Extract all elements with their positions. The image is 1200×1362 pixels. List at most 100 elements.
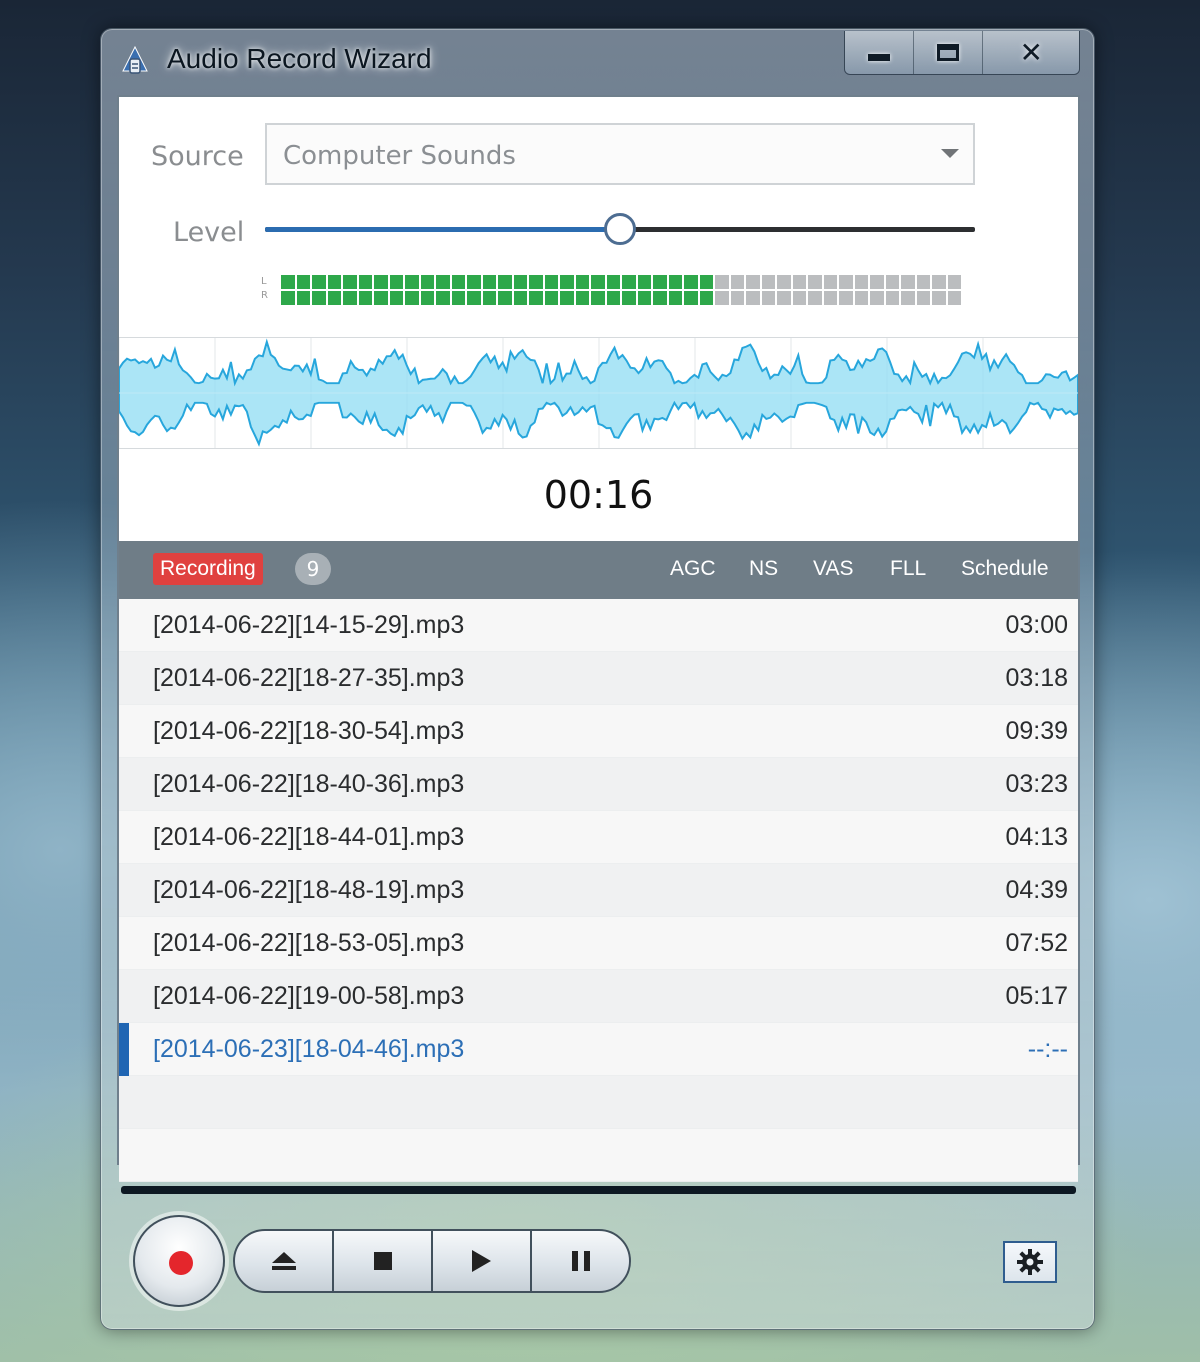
recording-row[interactable]: [2014-06-22][18-44-01].mp3 04:13 (119, 811, 1078, 864)
recording-row[interactable]: [2014-06-22][18-53-05].mp3 07:52 (119, 917, 1078, 970)
meter-segment (916, 291, 930, 305)
meter-segment (358, 291, 372, 305)
settings-button[interactable] (1003, 1241, 1057, 1283)
meter-segment (591, 275, 605, 289)
pause-button[interactable] (530, 1231, 629, 1291)
level-slider-thumb[interactable] (604, 213, 636, 245)
meter-segment (653, 291, 667, 305)
meter-segment (575, 291, 589, 305)
meter-segment (668, 275, 682, 289)
meter-segment (808, 291, 822, 305)
recording-duration: 07:52 (1005, 929, 1068, 957)
meter-segment (389, 275, 403, 289)
source-label: Source (151, 141, 244, 172)
recording-duration: 04:39 (1005, 876, 1068, 904)
minimize-button[interactable] (845, 31, 914, 74)
meter-segment (715, 275, 729, 289)
meter-row (281, 291, 975, 305)
recording-filename: [2014-06-23][18-04-46].mp3 (153, 1035, 465, 1063)
meter-segment (854, 291, 868, 305)
close-button[interactable]: ✕ (982, 31, 1079, 74)
gear-icon (1017, 1249, 1043, 1275)
meter-segment (281, 275, 295, 289)
recording-filename: [2014-06-22][18-53-05].mp3 (153, 929, 465, 957)
meter-segment (560, 291, 574, 305)
meter-segment (281, 291, 295, 305)
meter-segment (885, 275, 899, 289)
recording-filename: [2014-06-22][19-00-58].mp3 (153, 982, 465, 1010)
record-button[interactable] (133, 1215, 225, 1307)
recording-count-badge: 9 (295, 553, 331, 585)
stop-button[interactable] (332, 1231, 431, 1291)
meter-segment (668, 291, 682, 305)
fll-toggle[interactable]: FLL (890, 557, 926, 581)
play-button[interactable] (431, 1231, 530, 1291)
recording-filename: [2014-06-22][18-44-01].mp3 (153, 823, 465, 851)
meter-segment (792, 275, 806, 289)
window-title: Audio Record Wizard (167, 43, 432, 74)
meter-segment (327, 291, 341, 305)
recording-row[interactable]: [2014-06-22][19-00-58].mp3 05:17 (119, 970, 1078, 1023)
agc-toggle[interactable]: AGC (670, 557, 716, 581)
meter-segment (591, 291, 605, 305)
meter-segment (777, 275, 791, 289)
meter-segment (699, 275, 713, 289)
maximize-button[interactable] (913, 31, 983, 74)
meter-segment (653, 275, 667, 289)
recording-row[interactable]: [2014-06-22][18-48-19].mp3 04:39 (119, 864, 1078, 917)
recording-row[interactable]: [2014-06-22][14-15-29].mp3 03:00 (119, 599, 1078, 652)
ns-toggle[interactable]: NS (749, 557, 778, 581)
meter-segment (513, 275, 527, 289)
meter-segment (296, 291, 310, 305)
meter-segment (529, 275, 543, 289)
meter-segment (854, 275, 868, 289)
maximize-icon (937, 44, 960, 61)
recording-filename: [2014-06-22][18-40-36].mp3 (153, 770, 465, 798)
meter-right-label: R (261, 290, 268, 301)
meter-segment (498, 291, 512, 305)
playback-progress-bar[interactable] (121, 1186, 1076, 1194)
meter-segment (684, 275, 698, 289)
meter-segment (870, 275, 884, 289)
meter-segment (637, 275, 651, 289)
meter-segment (374, 275, 388, 289)
meter-segment (730, 291, 744, 305)
eject-button[interactable] (235, 1231, 332, 1291)
meter-segment (513, 291, 527, 305)
stop-icon (373, 1252, 392, 1270)
recording-row[interactable]: [2014-06-22][18-40-36].mp3 03:23 (119, 758, 1078, 811)
client-area: Source Computer Sounds Level L R 00:16 R… (117, 95, 1080, 1182)
meter-segment (544, 291, 558, 305)
meter-segment (606, 291, 620, 305)
pause-icon (571, 1251, 590, 1271)
meter-segment (529, 291, 543, 305)
level-meter (281, 275, 975, 305)
meter-segment (730, 275, 744, 289)
meter-segment (451, 291, 465, 305)
source-dropdown[interactable]: Computer Sounds (265, 123, 975, 185)
meter-segment (327, 275, 341, 289)
meter-segment (839, 275, 853, 289)
schedule-toggle[interactable]: Schedule (961, 557, 1049, 581)
title-bar[interactable]: Audio Record Wizard ✕ (101, 29, 1094, 93)
recording-status-badge: Recording (153, 553, 263, 585)
meter-segment (436, 275, 450, 289)
meter-segment (932, 275, 946, 289)
recording-row[interactable]: [2014-06-22][18-27-35].mp3 03:18 (119, 652, 1078, 705)
meter-segment (792, 291, 806, 305)
meter-segment (374, 291, 388, 305)
recording-row[interactable]: [2014-06-23][18-04-46].mp3 --:-- (119, 1023, 1078, 1076)
vas-toggle[interactable]: VAS (813, 557, 853, 581)
meter-segment (343, 275, 357, 289)
recording-filename: [2014-06-22][18-48-19].mp3 (153, 876, 465, 904)
window-controls: ✕ (844, 31, 1080, 75)
meter-segment (389, 291, 403, 305)
recording-duration: 05:17 (1005, 982, 1068, 1010)
level-slider-fill (265, 227, 620, 232)
meter-segment (467, 275, 481, 289)
level-slider[interactable] (265, 213, 975, 245)
recording-duration: 03:18 (1005, 664, 1068, 692)
recording-row[interactable]: [2014-06-22][18-30-54].mp3 09:39 (119, 705, 1078, 758)
meter-segment (947, 291, 961, 305)
meter-segment (405, 291, 419, 305)
